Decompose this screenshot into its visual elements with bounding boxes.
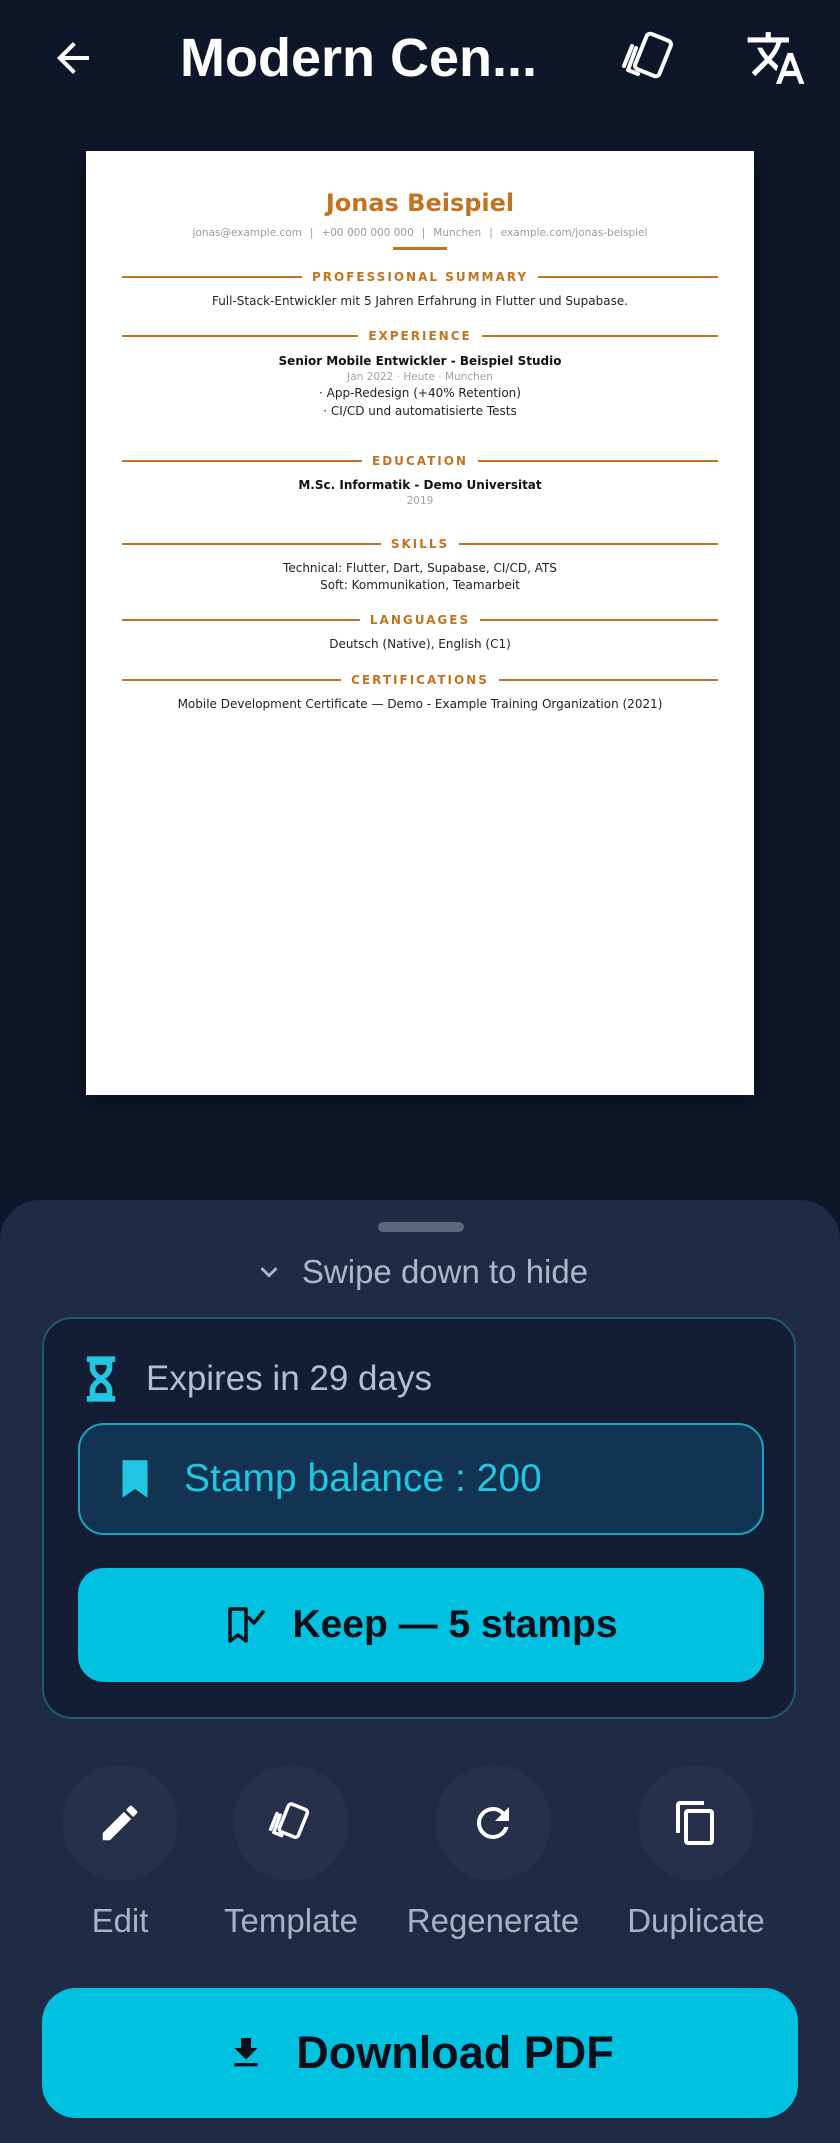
- section-certifications: CERTIFICATIONS: [122, 671, 718, 689]
- page-title: Modern Cen...: [180, 28, 538, 88]
- section-summary: PROFESSIONAL SUMMARY: [122, 268, 718, 286]
- duplicate-action-label: Duplicate: [627, 1902, 765, 1939]
- translate-button[interactable]: [740, 22, 812, 94]
- job-meta: Jan 2022 · Heute · Munchen: [347, 371, 493, 383]
- copy-icon: [676, 1801, 714, 1845]
- section-skills: SKILLS: [122, 535, 718, 553]
- download-pdf-label: Download PDF: [296, 2027, 614, 2078]
- regenerate-action-label: Regenerate: [406, 1902, 580, 1939]
- template-cards-icon: [622, 31, 673, 79]
- contact-email: jonas@example.com: [192, 227, 302, 239]
- section-education: EDUCATION: [122, 452, 718, 470]
- bookmark-icon: [122, 1460, 148, 1498]
- expiry-row: Expires in 29 days: [84, 1349, 432, 1409]
- resume-contact: jonas@example.com | +00 000 000 000 | Munche…: [192, 227, 648, 239]
- summary-text: Full-Stack-Entwickler mit 5 Jahren Erfah…: [211, 294, 629, 308]
- download-pdf-button[interactable]: Download PDF: [42, 1988, 798, 2118]
- regenerate-action[interactable]: Regenerate: [407, 1765, 579, 1955]
- swipe-hint[interactable]: Swipe down to hide: [0, 1250, 840, 1294]
- regenerate-action-circle[interactable]: [435, 1765, 551, 1881]
- download-icon: [234, 2038, 258, 2067]
- edit-action[interactable]: Edit: [35, 1765, 205, 1955]
- template-action-label: Template: [224, 1902, 358, 1939]
- section-languages: LANGUAGES: [122, 611, 718, 629]
- arrow-left-icon: [57, 42, 89, 74]
- job-title: Senior Mobile Entwickler - Beispiel Stud…: [278, 354, 562, 368]
- certifications-text: Mobile Development Certificate — Demo - …: [177, 697, 663, 711]
- template-action-circle[interactable]: [233, 1765, 349, 1881]
- stamp-balance-box: Stamp balance : 200: [78, 1423, 764, 1535]
- name-underline: [393, 247, 447, 250]
- expiry-text: Expires in 29 days: [146, 1359, 432, 1398]
- degree-year: 2019: [406, 495, 434, 507]
- resume-name: Jonas Beispiel: [325, 189, 515, 217]
- section-experience: EXPERIENCE: [122, 327, 719, 345]
- skills-technical: Technical: Flutter, Dart, Supabase, CI/C…: [283, 561, 557, 575]
- app-bar: Modern Cen...: [0, 0, 840, 116]
- duplicate-action-circle[interactable]: [638, 1765, 754, 1881]
- refresh-icon: [476, 1807, 509, 1839]
- resume-preview[interactable]: Jonas Beispiel jonas@example.com | +00 000…: [86, 151, 754, 1095]
- stamp-card: Expires in 29 days Stamp balance : 200 K…: [42, 1317, 796, 1719]
- drag-handle[interactable]: [378, 1222, 464, 1232]
- hourglass-icon: [86, 1356, 116, 1402]
- swipe-hint-text: Swipe down to hide: [301, 1253, 589, 1290]
- stamp-balance-text: Stamp balance : 200: [184, 1457, 542, 1500]
- job-bullet: · CI/CD und automatisierte Tests: [323, 404, 517, 418]
- bookmark-check-icon: [228, 1607, 266, 1643]
- chevron-down-icon: [260, 1267, 278, 1278]
- template-button[interactable]: [614, 22, 686, 94]
- keep-button[interactable]: Keep — 5 stamps: [78, 1568, 764, 1682]
- keep-button-label: Keep — 5 stamps: [292, 1603, 618, 1646]
- pencil-icon: [102, 1805, 138, 1841]
- duplicate-action[interactable]: Duplicate: [611, 1765, 781, 1955]
- skills-soft: Soft: Kommunikation, Teamarbeit: [320, 578, 520, 592]
- job-bullet: · App-Redesign (+40% Retention): [319, 386, 521, 400]
- degree: M.Sc. Informatik - Demo Universitat: [298, 478, 542, 492]
- languages-text: Deutsch (Native), English (C1): [329, 637, 511, 651]
- contact-phone: +00 000 000 000: [321, 227, 414, 239]
- back-button[interactable]: [37, 22, 109, 94]
- translate-icon: [747, 32, 805, 84]
- edit-action-circle[interactable]: [62, 1765, 178, 1881]
- contact-city: Munchen: [433, 227, 482, 239]
- contact-website: example.com/jonas-beispiel: [500, 227, 648, 239]
- template-action[interactable]: Template: [206, 1765, 376, 1955]
- template-cards-icon: [268, 1802, 310, 1840]
- bottom-sheet: Swipe down to hide Expires in 29 days St…: [0, 1200, 840, 2143]
